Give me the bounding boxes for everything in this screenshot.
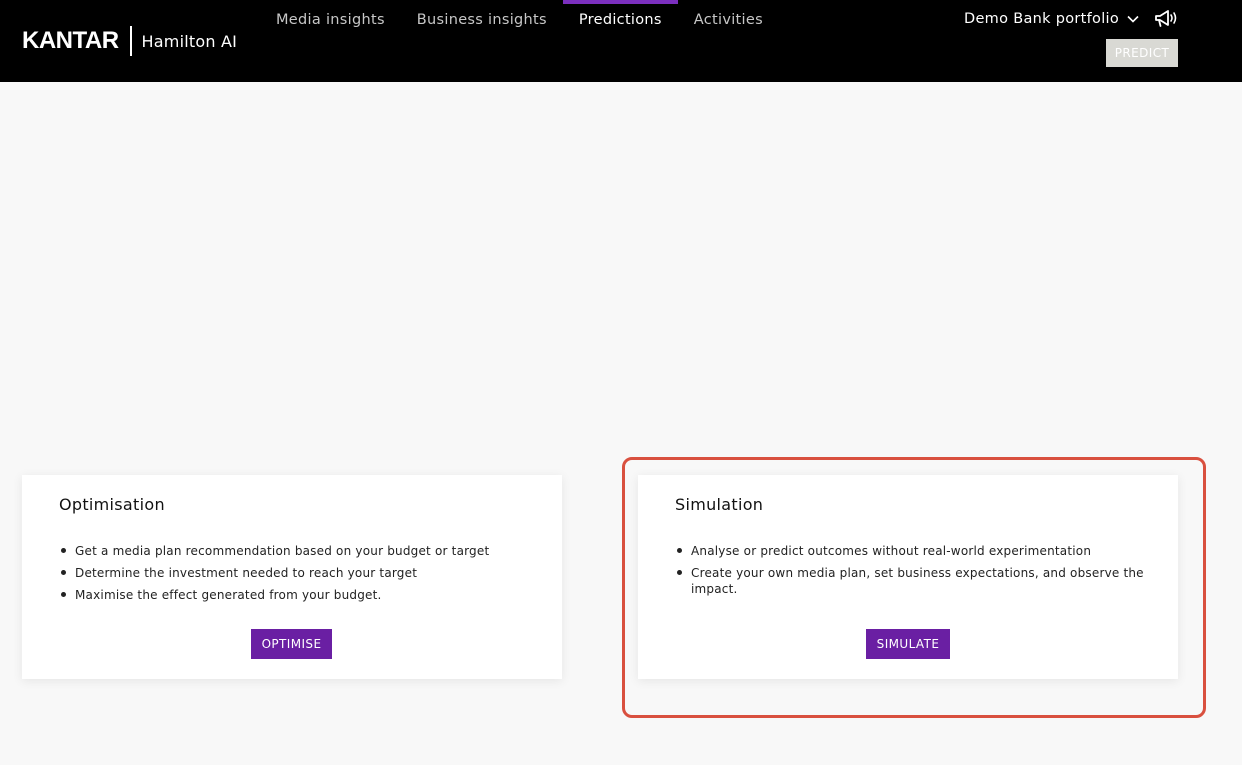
predict-button[interactable]: PREDICT bbox=[1106, 39, 1178, 67]
list-item: Maximise the effect generated from your … bbox=[61, 587, 530, 603]
simulation-card: Simulation Analyse or predict outcomes w… bbox=[638, 475, 1178, 679]
brand[interactable]: KANTAR Hamilton AI bbox=[22, 26, 237, 56]
nav-tab-predictions[interactable]: Predictions bbox=[562, 0, 678, 40]
list-item: Get a media plan recommendation based on… bbox=[61, 543, 530, 559]
optimisation-card: Optimisation Get a media plan recommenda… bbox=[22, 475, 562, 679]
card-title: Optimisation bbox=[59, 495, 165, 514]
nav-tab-business-insights[interactable]: Business insights bbox=[401, 0, 563, 40]
simulate-button[interactable]: SIMULATE bbox=[866, 629, 950, 659]
list-item: Determine the investment needed to reach… bbox=[61, 565, 530, 581]
list-item: Analyse or predict outcomes without real… bbox=[677, 543, 1146, 559]
optimise-button[interactable]: OPTIMISE bbox=[251, 629, 332, 659]
nav-tab-activities[interactable]: Activities bbox=[678, 0, 779, 40]
nav-tab-media-insights[interactable]: Media insights bbox=[260, 0, 401, 40]
main-nav: Media insights Business insights Predict… bbox=[260, 0, 779, 40]
card-title: Simulation bbox=[675, 495, 764, 514]
megaphone-icon[interactable] bbox=[1154, 9, 1178, 29]
chevron-down-icon bbox=[1127, 15, 1139, 23]
top-navigation-bar: KANTAR Hamilton AI Media insights Busine… bbox=[0, 0, 1242, 82]
feature-list: Analyse or predict outcomes without real… bbox=[677, 543, 1146, 603]
list-item: Create your own media plan, set business… bbox=[677, 565, 1146, 597]
brand-divider bbox=[129, 26, 132, 56]
feature-list: Get a media plan recommendation based on… bbox=[61, 543, 530, 609]
kantar-logo: KANTAR bbox=[22, 27, 119, 54]
portfolio-selector[interactable]: Demo Bank portfolio bbox=[964, 8, 1139, 30]
product-name: Hamilton AI bbox=[141, 31, 238, 51]
portfolio-label: Demo Bank portfolio bbox=[964, 11, 1120, 27]
